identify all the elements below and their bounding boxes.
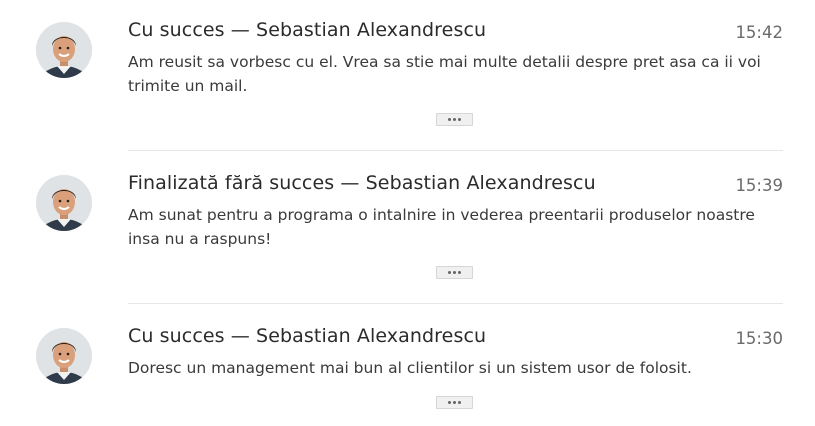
more-dots-icon[interactable] (436, 113, 473, 126)
dot-icon (458, 118, 461, 121)
dot-icon (458, 271, 461, 274)
entry-time: 15:42 (735, 23, 783, 42)
dot-icon (458, 401, 461, 404)
entry-time: 15:39 (735, 176, 783, 195)
dot-icon (453, 401, 456, 404)
dot-icon (448, 118, 451, 121)
user-avatar-icon[interactable] (36, 328, 92, 384)
entry-body: Doresc un management mai bun al clientil… (128, 359, 692, 377)
entry-body: Am sunat pentru a programa o intalnire i… (128, 206, 755, 248)
entry-time: 15:30 (735, 329, 783, 348)
user-avatar-icon[interactable] (36, 22, 92, 78)
entry-title: Finalizată fără succes — Sebastian Alexa… (128, 172, 596, 194)
entry-divider (128, 303, 783, 304)
activity-feed: Cu succes — Sebastian Alexandrescu 15:42… (0, 0, 815, 426)
more-dots-icon[interactable] (436, 396, 473, 409)
entry-divider (128, 150, 783, 151)
entry-title: Cu succes — Sebastian Alexandrescu (128, 325, 487, 347)
entry-body: Am reusit sa vorbesc cu el. Vrea sa stie… (128, 53, 761, 95)
more-dots-icon[interactable] (436, 266, 473, 279)
entry-title: Cu succes — Sebastian Alexandrescu (128, 19, 487, 41)
dot-icon (453, 271, 456, 274)
dot-icon (453, 118, 456, 121)
dot-icon (448, 401, 451, 404)
user-avatar-icon[interactable] (36, 175, 92, 231)
dot-icon (448, 271, 451, 274)
